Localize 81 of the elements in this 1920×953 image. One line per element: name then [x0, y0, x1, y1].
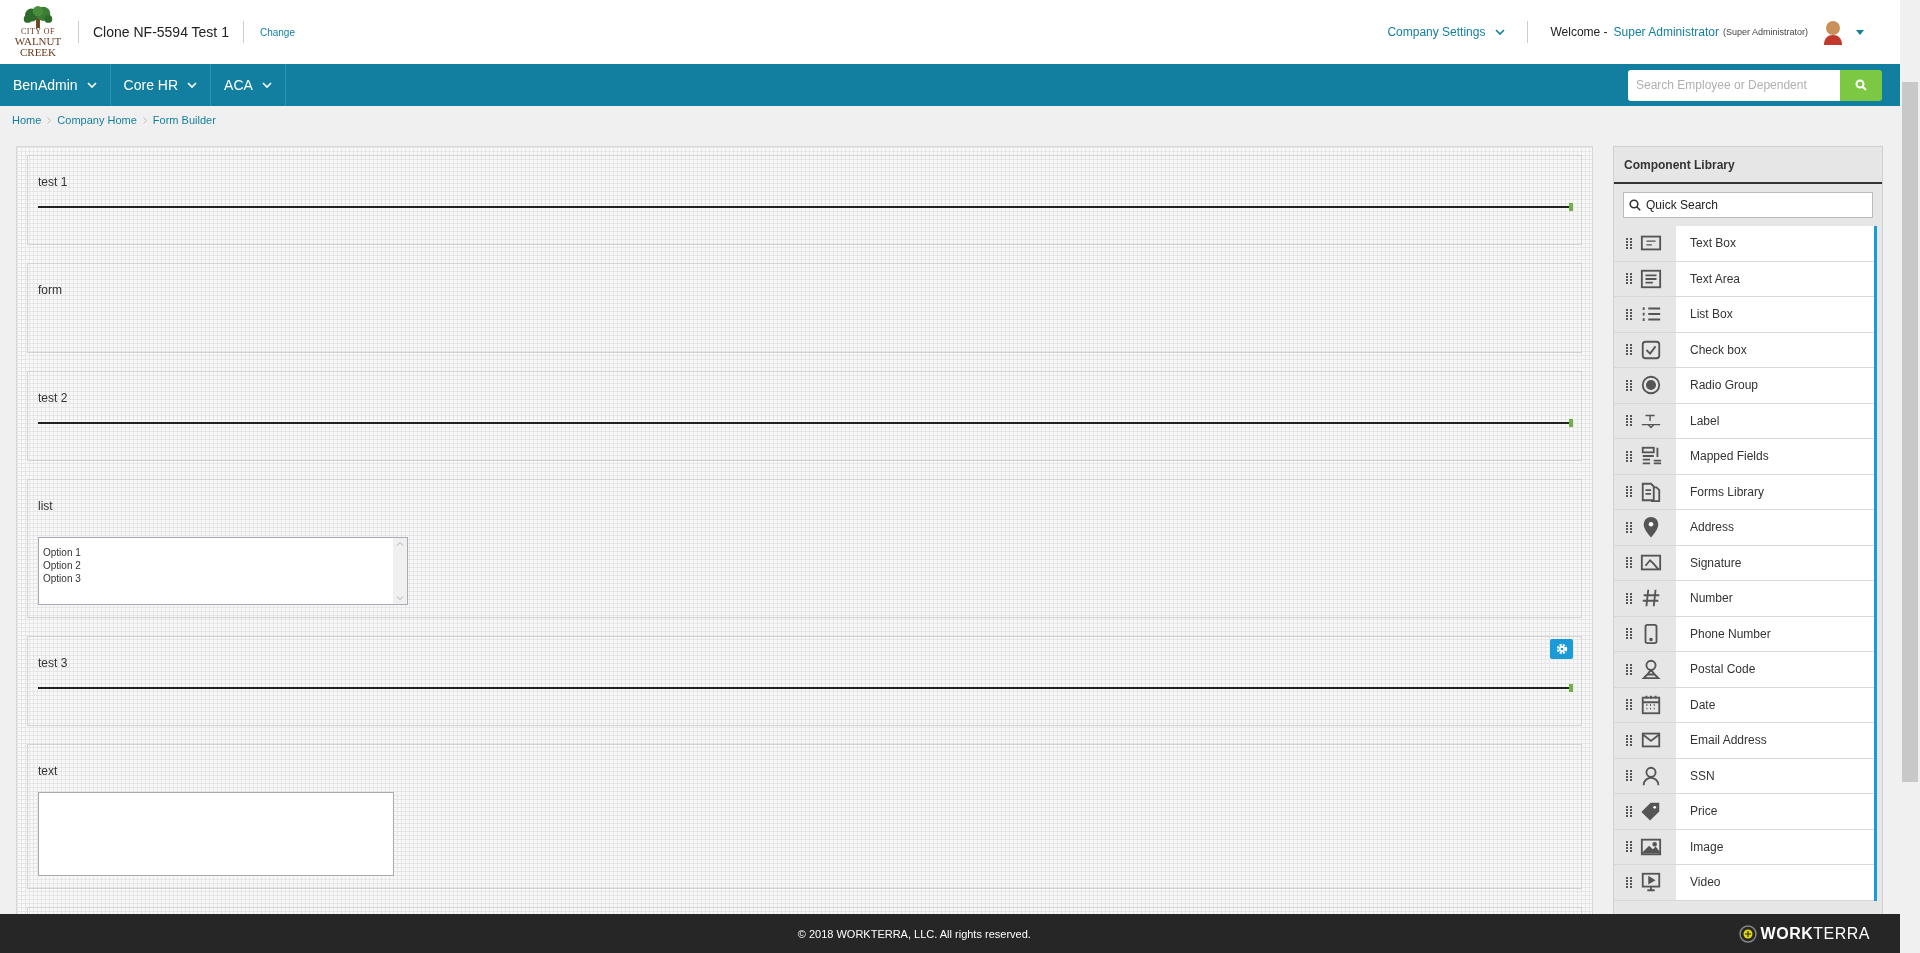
- form-section[interactable]: test 2: [27, 371, 1582, 461]
- drag-handle-icon[interactable]: [1626, 450, 1632, 462]
- chevron-down-icon: [1495, 28, 1506, 36]
- drag-handle-icon[interactable]: [1626, 237, 1632, 249]
- drag-handle-icon[interactable]: [1626, 486, 1632, 498]
- chevron-down-icon: [261, 81, 272, 89]
- nav-menu[interactable]: Core HR: [110, 64, 212, 106]
- drag-handle-icon[interactable]: [1626, 841, 1632, 853]
- chevron-down-icon: [187, 81, 198, 89]
- map-pin-icon: [1640, 658, 1662, 681]
- user-link[interactable]: Super Administrator: [1613, 25, 1719, 39]
- drag-handle-icon[interactable]: [1626, 273, 1632, 285]
- drag-handle-icon[interactable]: [1626, 770, 1632, 782]
- radio-button-icon: [1640, 374, 1662, 397]
- chevron-right-icon: [47, 116, 52, 124]
- documents-icon: [1640, 480, 1662, 503]
- scrollbar-thumb[interactable]: [1902, 82, 1918, 782]
- drag-handle-icon[interactable]: [1626, 308, 1632, 320]
- list-option[interactable]: Option 2: [43, 559, 389, 572]
- field-label: test 2: [38, 391, 68, 405]
- company-name: Clone NF-5594 Test 1: [93, 24, 229, 40]
- field-label: test 3: [38, 656, 68, 670]
- company-settings-menu[interactable]: Company Settings: [1387, 25, 1506, 39]
- field-label: text: [38, 764, 58, 778]
- chevron-right-icon: [142, 116, 147, 124]
- field-label: test 1: [38, 175, 68, 189]
- breadcrumb-link[interactable]: Company Home: [57, 114, 137, 126]
- copyright-text: © 2018 WORKTERRA, LLC. All rights reserved.: [796, 927, 1032, 940]
- drag-handle-icon[interactable]: [1626, 379, 1632, 391]
- form-section[interactable]: form: [27, 263, 1582, 353]
- form-section[interactable]: list Option 1 Option 2 Option 3: [27, 479, 1582, 618]
- search-field[interactable]: Search Employee or Dependent: [1628, 69, 1840, 101]
- chevron-down-icon: [86, 81, 97, 89]
- drag-handle-icon[interactable]: [1626, 628, 1632, 640]
- panel-title: Component Library: [1614, 147, 1882, 184]
- welcome-text: Welcome -: [1550, 25, 1608, 39]
- drag-handle-icon[interactable]: [1626, 557, 1632, 569]
- user-role: (Super Administrator): [1722, 27, 1808, 37]
- nav-menu[interactable]: BenAdmin: [0, 64, 111, 106]
- logo-text: CITY OF: [20, 28, 56, 36]
- price-tag-icon: [1640, 800, 1662, 823]
- scrollbar-thumb[interactable]: [1874, 226, 1877, 901]
- drag-handle-icon[interactable]: [1626, 521, 1632, 533]
- settings-button[interactable]: [1550, 639, 1573, 659]
- form-section[interactable]: test 1: [27, 155, 1582, 245]
- form-section[interactable]: text: [27, 744, 1582, 889]
- caret-down-icon[interactable]: [1856, 29, 1864, 35]
- tree-icon: [22, 6, 54, 28]
- drag-handle-icon[interactable]: [1626, 876, 1632, 888]
- search-button[interactable]: [1840, 69, 1882, 101]
- change-link[interactable]: Change: [259, 26, 295, 38]
- form-section[interactable]: test 3: [27, 636, 1582, 726]
- calendar-icon: [1640, 693, 1662, 716]
- search-icon: [1629, 199, 1641, 211]
- breadcrumb-link[interactable]: Home: [12, 114, 42, 126]
- field-label: list: [38, 499, 53, 513]
- list-option[interactable]: Option 1: [43, 546, 389, 559]
- breadcrumb-link[interactable]: Form Builder: [152, 114, 216, 126]
- list-option[interactable]: Option 3: [43, 572, 389, 585]
- brand-name: WORKTERRA: [1760, 924, 1870, 943]
- checkbox-icon: [1640, 338, 1662, 361]
- drag-handle-icon[interactable]: [1626, 734, 1632, 746]
- video-icon: [1640, 871, 1662, 894]
- field-label: form: [38, 283, 62, 297]
- drag-handle-icon[interactable]: [1626, 344, 1632, 356]
- person-icon: [1640, 764, 1662, 787]
- list-box[interactable]: Option 1 Option 2 Option 3: [38, 537, 408, 605]
- logo-icon: [1738, 924, 1757, 943]
- settings-icon: [1555, 643, 1568, 655]
- text-area-icon: [1640, 267, 1662, 290]
- quick-search-field[interactable]: Quick Search: [1623, 192, 1873, 218]
- drag-handle-icon[interactable]: [1626, 663, 1632, 675]
- search-icon: [1855, 79, 1867, 91]
- nav-menu[interactable]: ACA: [211, 64, 286, 106]
- drag-handle-icon[interactable]: [1626, 699, 1632, 711]
- logo-text: WALNUT: [14, 36, 62, 47]
- logo-text: CREEK: [19, 47, 57, 58]
- avatar-icon[interactable]: [1822, 19, 1844, 45]
- drag-handle-icon[interactable]: [1626, 415, 1632, 427]
- drag-handle-icon[interactable]: [1626, 592, 1632, 604]
- drag-handle-icon[interactable]: [1626, 805, 1632, 817]
